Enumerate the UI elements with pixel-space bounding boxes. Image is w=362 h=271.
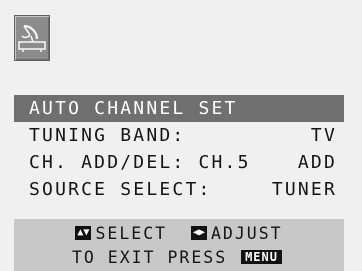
adjust-hint: ADJUST bbox=[210, 224, 283, 243]
menu-item-label: CH. ADD/DEL: CH.5 bbox=[29, 152, 251, 173]
channel-add-delete-value: ADD bbox=[297, 152, 337, 173]
menu-key-icon: MENU bbox=[241, 249, 282, 264]
antenna-icon-graphic bbox=[18, 24, 46, 52]
help-bar: ▲▼ SELECT ◀▶ ADJUST TO EXIT PRESS MENU bbox=[14, 219, 344, 271]
menu-item-tuning-band[interactable]: TUNING BAND: TV bbox=[14, 122, 344, 149]
tuning-band-value: TV bbox=[310, 125, 337, 146]
setup-menu: AUTO CHANNEL SET TUNING BAND: TV CH. ADD… bbox=[14, 95, 344, 203]
tv-osd-screen: AUTO CHANNEL SET TUNING BAND: TV CH. ADD… bbox=[0, 0, 362, 271]
up-down-arrows-icon: ▲▼ bbox=[75, 225, 92, 240]
left-right-arrows-icon: ◀▶ bbox=[190, 225, 207, 240]
menu-item-channel-add-delete[interactable]: CH. ADD/DEL: CH.5 ADD bbox=[14, 149, 344, 176]
menu-item-source-select[interactable]: SOURCE SELECT: TUNER bbox=[14, 176, 344, 203]
help-line-exit: TO EXIT PRESS MENU bbox=[14, 248, 344, 267]
menu-item-label: TUNING BAND: bbox=[29, 125, 186, 146]
menu-item-label: AUTO CHANNEL SET bbox=[29, 98, 238, 119]
source-select-value: TUNER bbox=[271, 179, 337, 200]
help-line-navigation: ▲▼ SELECT ◀▶ ADJUST bbox=[14, 224, 344, 243]
tv-tuner-antenna-icon bbox=[14, 15, 50, 61]
exit-hint: TO EXIT PRESS bbox=[72, 248, 228, 267]
select-hint: SELECT bbox=[95, 224, 168, 243]
menu-item-label: SOURCE SELECT: bbox=[29, 179, 212, 200]
menu-item-auto-channel-set[interactable]: AUTO CHANNEL SET bbox=[14, 95, 344, 122]
